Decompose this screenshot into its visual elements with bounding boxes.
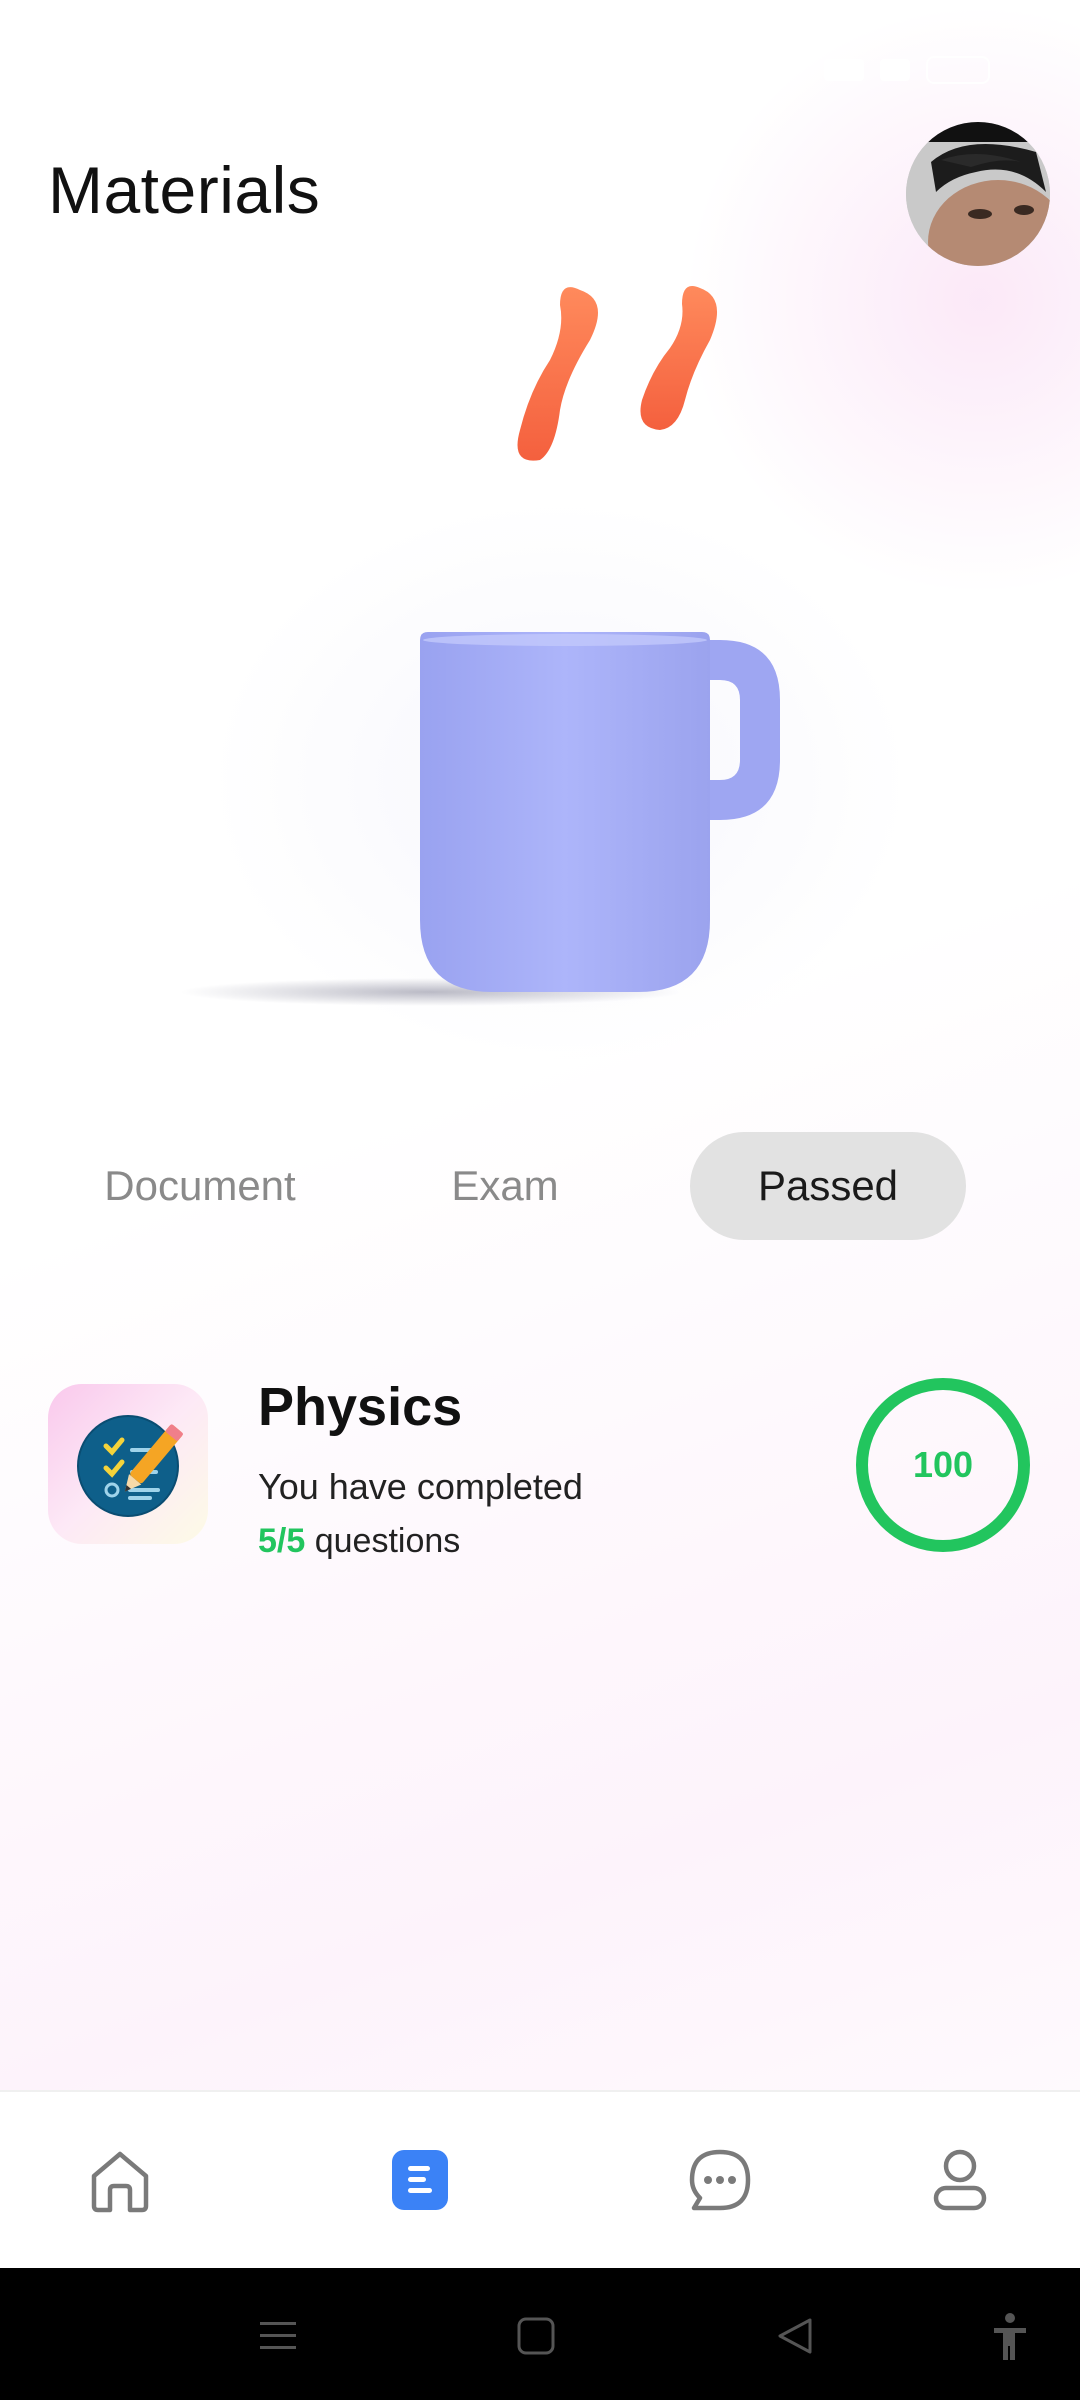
system-home-button[interactable] [506,2308,566,2364]
progress-value: 5/5 [258,1522,306,1560]
back-triangle-icon [778,2318,812,2354]
profile-icon [933,2149,987,2211]
materials-tabs: Document Exam Passed [70,1132,970,1240]
steam-left [517,287,598,461]
tab-document[interactable]: Document [100,1132,300,1240]
square-icon [517,2317,555,2355]
mug-body [420,632,710,992]
nav-home[interactable] [80,2140,160,2220]
course-subtitle: You have completed [258,1466,583,1507]
nav-profile[interactable] [920,2140,1000,2220]
chat-icon [689,2149,751,2211]
coffee-mug-illustration [180,286,780,1006]
system-accessibility-button[interactable] [980,2308,1040,2364]
steam-right [640,286,718,430]
document-icon [392,2150,448,2210]
page-title: Materials [48,153,321,227]
tab-passed[interactable]: Passed [690,1132,966,1240]
course-list-item[interactable]: Physics You have completed 5/5 questions… [48,1376,1038,1560]
battery-icon [926,56,990,84]
tab-exam[interactable]: Exam [430,1132,580,1240]
checklist-pencil-icon [77,1415,183,1517]
score-value: 100 [912,1444,974,1485]
accessibility-icon [994,2313,1026,2360]
signal-icon [824,59,864,81]
bottom-navigation [0,2090,1080,2268]
avatar[interactable] [906,122,1050,266]
menu-lines-icon [260,2322,296,2349]
status-bar [0,0,1080,84]
mug-rim [423,634,707,646]
course-title: Physics [258,1377,463,1437]
nav-materials[interactable] [380,2140,460,2220]
nav-chat[interactable] [680,2140,760,2220]
system-navigation-bar [0,2268,1080,2400]
progress-suffix: questions [305,1522,461,1560]
system-recents-button[interactable] [248,2308,308,2364]
status-icons [824,56,990,84]
course-icon-tile [48,1384,208,1544]
wifi-icon [880,59,910,81]
avatar-photo [906,122,1050,266]
course-progress: 5/5 questions [258,1522,460,1561]
system-back-button[interactable] [766,2308,826,2364]
home-icon [91,2151,149,2213]
screen: Materials Document Exam Passed Physics Y… [0,0,1080,2400]
